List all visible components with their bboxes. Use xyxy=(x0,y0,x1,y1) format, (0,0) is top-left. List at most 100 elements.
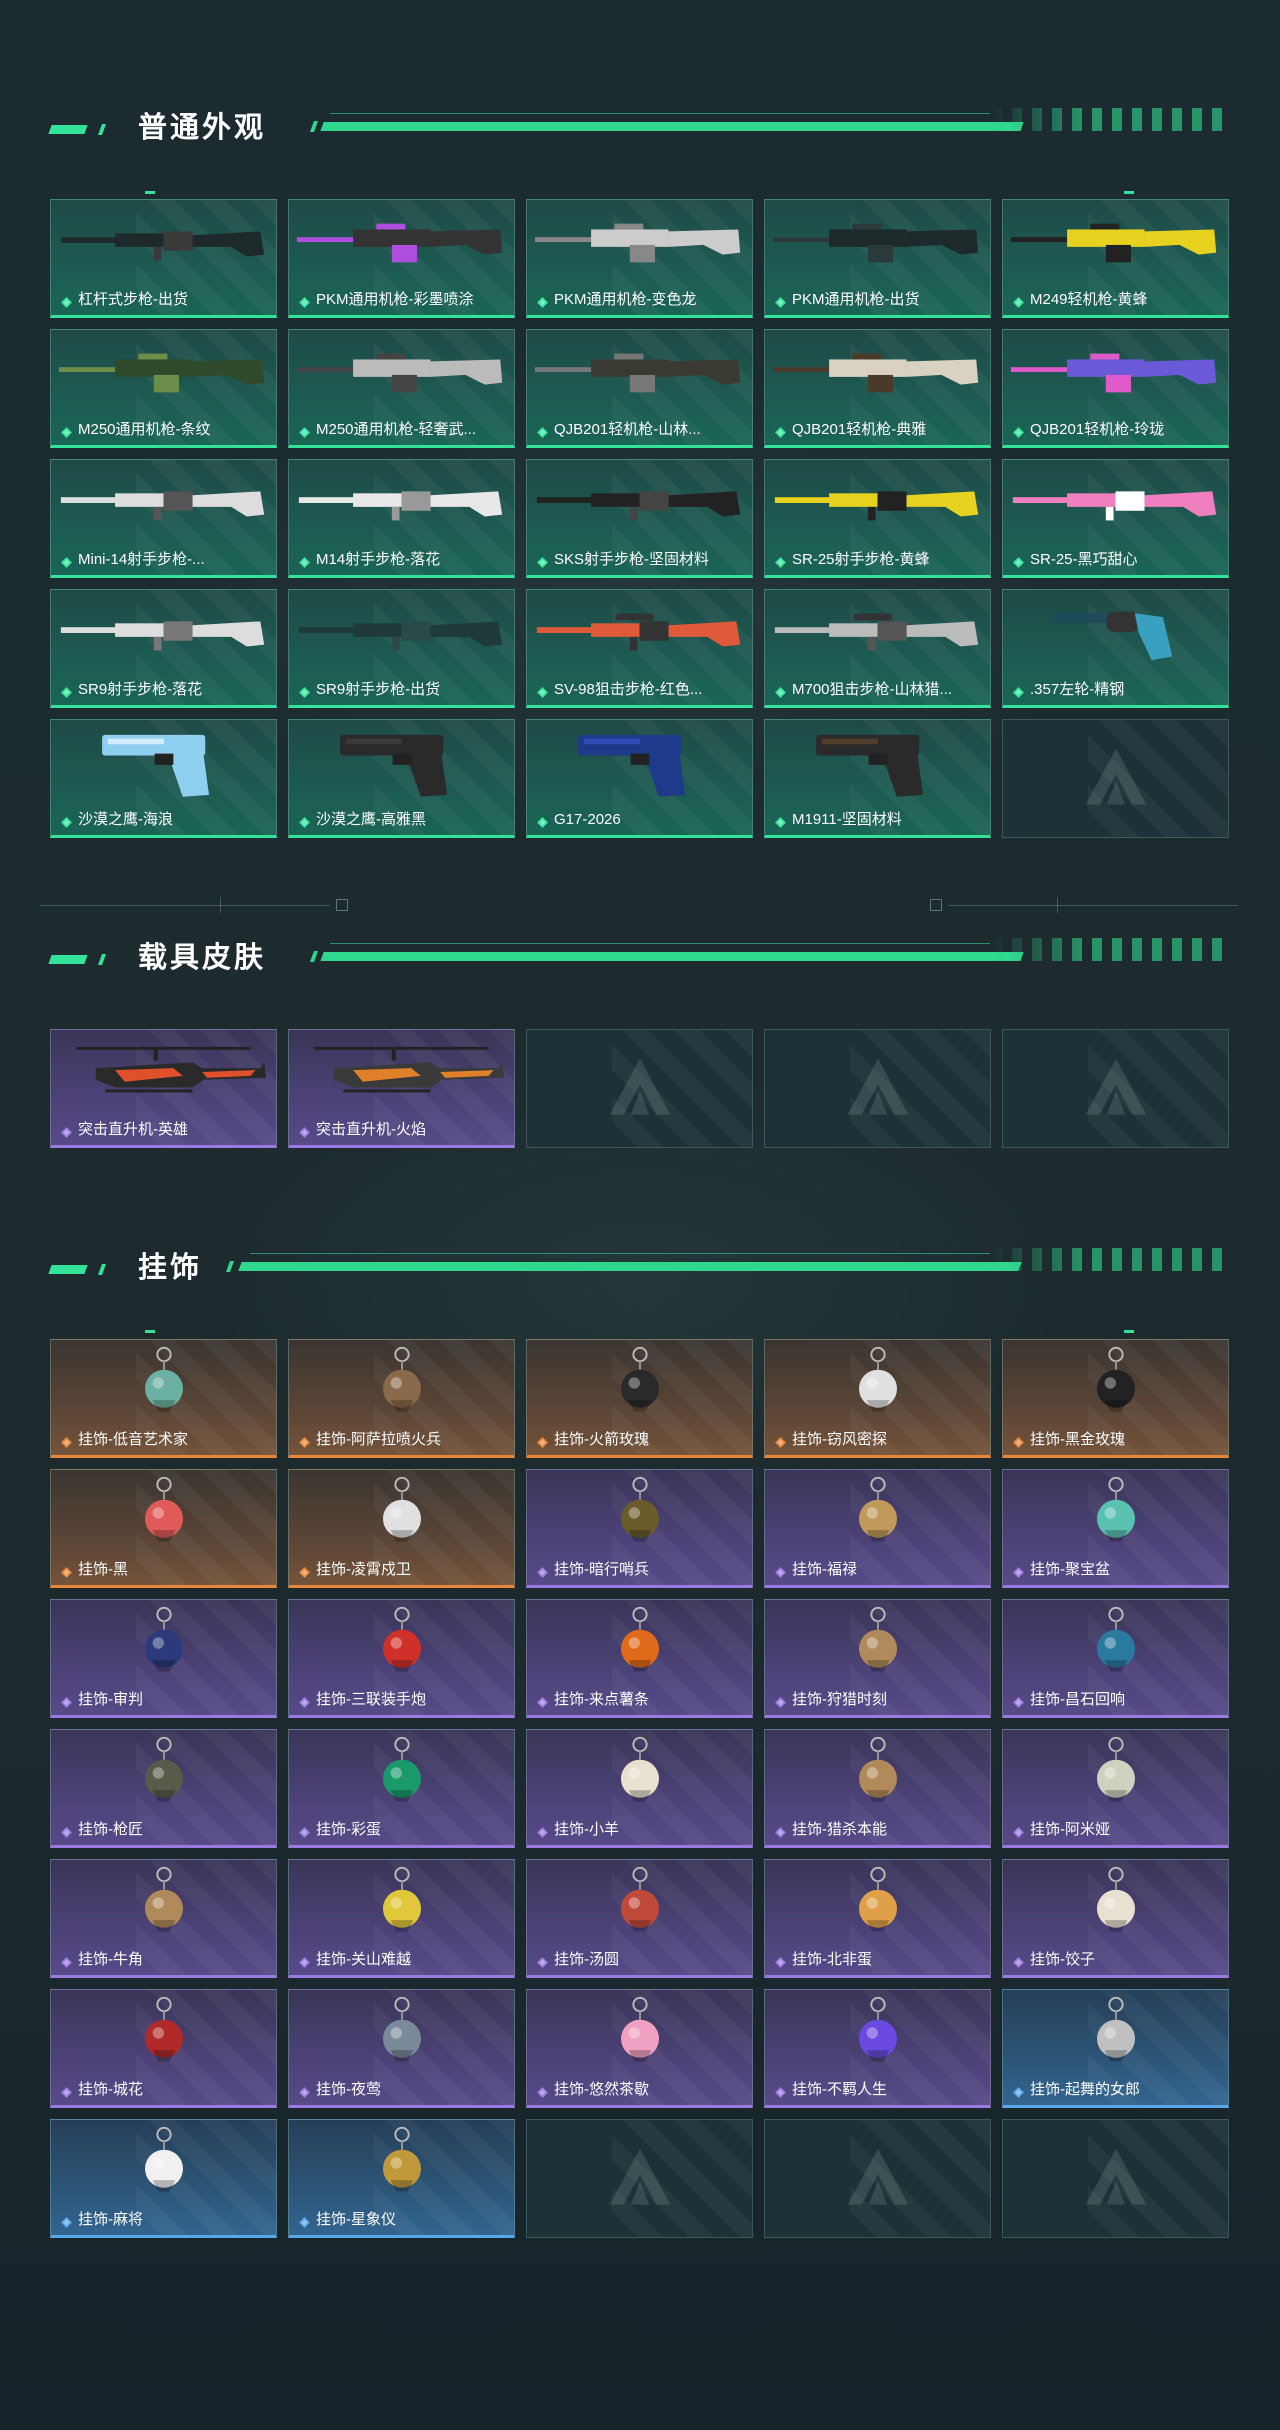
weapon-skin-card[interactable]: QJB201轻机枪-玲珑 xyxy=(1002,329,1229,448)
charm-card[interactable]: 挂饰-不羁人生 xyxy=(764,1989,991,2108)
charm-card[interactable]: 挂饰-枪匠 xyxy=(50,1729,277,1848)
charm-image xyxy=(295,1346,508,1418)
header-thin-line xyxy=(250,1253,990,1254)
charm-image xyxy=(771,1866,984,1938)
placeholder-logo-icon xyxy=(1081,744,1151,814)
weapon-skin-card[interactable]: 沙漠之鹰-高雅黑 xyxy=(288,719,515,838)
weapon-skin-card[interactable]: .357左轮-精钢 xyxy=(1002,589,1229,708)
rarity-diamond-icon xyxy=(537,1695,548,1708)
charm-card[interactable]: 挂饰-麻将 xyxy=(50,2119,277,2238)
charm-card[interactable]: 挂饰-黑金玫瑰 xyxy=(1002,1339,1229,1458)
section-header-charms: 挂饰 xyxy=(0,1248,1280,1288)
charm-card[interactable]: 挂饰-汤圆 xyxy=(526,1859,753,1978)
weapon-skin-card[interactable]: SR-25-黑巧甜心 xyxy=(1002,459,1229,578)
item-name: 挂饰-来点薯条 xyxy=(554,1691,649,1708)
item-label: M249轻机枪-黄蜂 xyxy=(1013,291,1222,309)
rarity-diamond-icon xyxy=(61,1125,72,1138)
charm-card[interactable]: 挂饰-阿米娅 xyxy=(1002,1729,1229,1848)
weapon-image xyxy=(57,338,270,408)
vehicles-grid: 突击直升机-英雄 突击直升机-火焰 xyxy=(50,1029,1229,1148)
charm-card[interactable]: 挂饰-起舞的女郎 xyxy=(1002,1989,1229,2108)
weapon-image xyxy=(57,598,270,668)
item-label: 挂饰-枪匠 xyxy=(61,1821,270,1839)
weapon-skin-card[interactable]: 杠杆式步枪-出货 xyxy=(50,199,277,318)
weapon-skin-card[interactable]: G17-2026 xyxy=(526,719,753,838)
weapon-skin-card[interactable]: M700狙击步枪-山林猎... xyxy=(764,589,991,708)
charm-card[interactable]: 挂饰-猎杀本能 xyxy=(764,1729,991,1848)
item-label: 挂饰-星象仪 xyxy=(299,2211,508,2229)
charm-card[interactable]: 挂饰-三联装手炮 xyxy=(288,1599,515,1718)
helicopter-image xyxy=(295,1038,508,1108)
charm-card[interactable]: 挂饰-牛角 xyxy=(50,1859,277,1978)
charm-card[interactable]: 挂饰-来点薯条 xyxy=(526,1599,753,1718)
item-label: Mini-14射手步枪-... xyxy=(61,551,270,569)
charm-card[interactable]: 挂饰-审判 xyxy=(50,1599,277,1718)
weapon-skin-card[interactable]: PKM通用机枪-彩墨喷涂 xyxy=(288,199,515,318)
item-label: SR-25-黑巧甜心 xyxy=(1013,551,1222,569)
charm-card[interactable]: 挂饰-阿萨拉喷火兵 xyxy=(288,1339,515,1458)
weapon-skin-card[interactable]: M1911-坚固材料 xyxy=(764,719,991,838)
charm-image xyxy=(771,1996,984,2068)
weapon-skin-card[interactable]: QJB201轻机枪-山林... xyxy=(526,329,753,448)
header-bar-slash xyxy=(309,951,319,962)
weapon-image xyxy=(771,468,984,538)
weapon-skin-card[interactable]: QJB201轻机枪-典雅 xyxy=(764,329,991,448)
rarity-diamond-icon xyxy=(775,1565,786,1578)
rarity-diamond-icon xyxy=(299,555,310,568)
charm-card[interactable]: 挂饰-聚宝盆 xyxy=(1002,1469,1229,1588)
charm-card[interactable]: 挂饰-彩蛋 xyxy=(288,1729,515,1848)
weapon-skin-card[interactable]: M249轻机枪-黄蜂 xyxy=(1002,199,1229,318)
charm-card[interactable]: 挂饰-关山难越 xyxy=(288,1859,515,1978)
charm-card[interactable]: 挂饰-悠然茶歇 xyxy=(526,1989,753,2108)
charm-card[interactable]: 挂饰-黑 xyxy=(50,1469,277,1588)
charm-card[interactable]: 挂饰-北非蛋 xyxy=(764,1859,991,1978)
header-bar xyxy=(320,122,1024,131)
charm-card[interactable]: 挂饰-夜莺 xyxy=(288,1989,515,2108)
weapon-skin-card[interactable]: M250通用机枪-条纹 xyxy=(50,329,277,448)
rarity-diamond-icon xyxy=(299,815,310,828)
charm-image xyxy=(295,1736,508,1808)
item-label: QJB201轻机枪-山林... xyxy=(537,421,746,439)
charm-card[interactable]: 挂饰-火箭玫瑰 xyxy=(526,1339,753,1458)
weapon-skin-card[interactable]: PKM通用机枪-变色龙 xyxy=(526,199,753,318)
charm-card[interactable]: 挂饰-低音艺术家 xyxy=(50,1339,277,1458)
weapon-skin-card[interactable]: PKM通用机枪-出货 xyxy=(764,199,991,318)
header-bar xyxy=(320,952,1024,961)
item-name: 挂饰-审判 xyxy=(78,1691,143,1708)
weapon-skin-card[interactable]: SKS射手步枪-坚固材料 xyxy=(526,459,753,578)
item-name: 挂饰-汤圆 xyxy=(554,1951,619,1968)
weapon-skin-card[interactable]: SV-98狙击步枪-红色... xyxy=(526,589,753,708)
weapon-image xyxy=(533,728,746,798)
weapon-skin-card[interactable]: SR9射手步枪-出货 xyxy=(288,589,515,708)
weapon-skin-card[interactable]: 沙漠之鹰-海浪 xyxy=(50,719,277,838)
vehicle-skin-card[interactable]: 突击直升机-英雄 xyxy=(50,1029,277,1148)
charm-card[interactable]: 挂饰-城花 xyxy=(50,1989,277,2108)
charm-image xyxy=(57,1736,270,1808)
weapon-skin-card[interactable]: M14射手步枪-落花 xyxy=(288,459,515,578)
charm-card[interactable]: 挂饰-饺子 xyxy=(1002,1859,1229,1978)
charm-image xyxy=(533,1866,746,1938)
item-name: 挂饰-阿萨拉喷火兵 xyxy=(316,1431,441,1448)
item-label: 挂饰-火箭玫瑰 xyxy=(537,1431,746,1449)
charm-card[interactable]: 挂饰-凌霄戍卫 xyxy=(288,1469,515,1588)
charm-card[interactable]: 挂饰-狩猎时刻 xyxy=(764,1599,991,1718)
weapon-skin-card[interactable]: Mini-14射手步枪-... xyxy=(50,459,277,578)
item-label: M250通用机枪-轻奢武... xyxy=(299,421,508,439)
rarity-diamond-icon xyxy=(61,1435,72,1448)
header-accent-slash xyxy=(97,124,107,135)
charm-card[interactable]: 挂饰-昌石回响 xyxy=(1002,1599,1229,1718)
charm-image xyxy=(57,2126,270,2198)
weapon-skin-card[interactable]: SR-25射手步枪-黄蜂 xyxy=(764,459,991,578)
charm-card[interactable]: 挂饰-星象仪 xyxy=(288,2119,515,2238)
weapon-skin-card[interactable]: SR9射手步枪-落花 xyxy=(50,589,277,708)
vehicle-skin-card[interactable]: 突击直升机-火焰 xyxy=(288,1029,515,1148)
rarity-diamond-icon xyxy=(1013,1435,1024,1448)
rarity-diamond-icon xyxy=(61,1695,72,1708)
charm-image xyxy=(57,1606,270,1678)
charm-card[interactable]: 挂饰-窃风密探 xyxy=(764,1339,991,1458)
charm-card[interactable]: 挂饰-福禄 xyxy=(764,1469,991,1588)
charm-card[interactable]: 挂饰-暗行哨兵 xyxy=(526,1469,753,1588)
item-name: SR9射手步枪-落花 xyxy=(78,681,203,698)
weapon-skin-card[interactable]: M250通用机枪-轻奢武... xyxy=(288,329,515,448)
charm-card[interactable]: 挂饰-小羊 xyxy=(526,1729,753,1848)
